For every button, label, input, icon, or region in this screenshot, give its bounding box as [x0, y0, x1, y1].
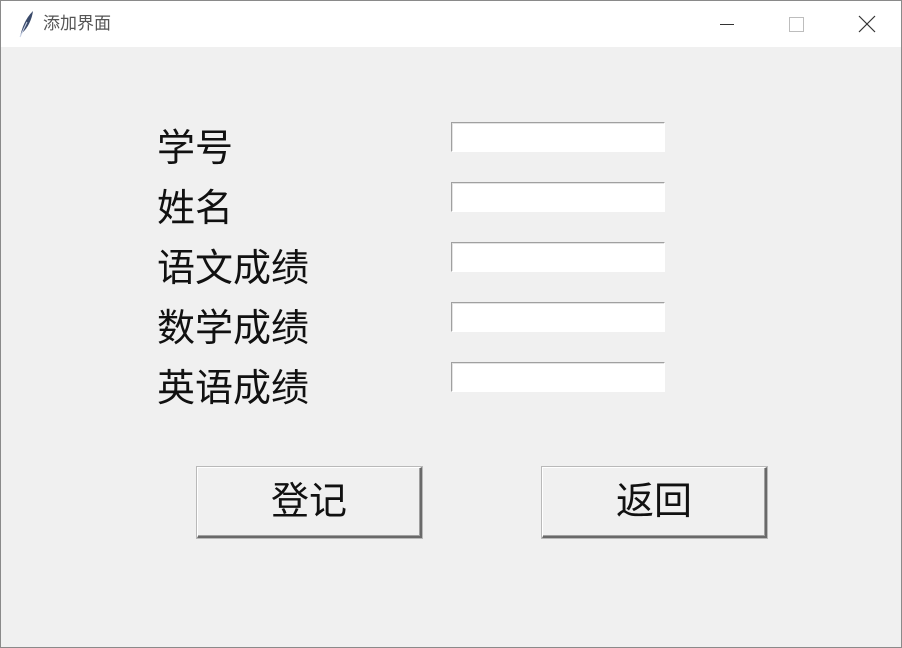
close-button[interactable] [833, 1, 901, 47]
app-window: 添加界面 学号 姓名 语文成绩 数学成绩 英语成绩 登记 返回 [0, 0, 902, 648]
maximize-button[interactable] [762, 1, 830, 47]
minimize-button[interactable] [693, 1, 761, 47]
english-score-label: 英语成绩 [157, 366, 310, 410]
minimize-icon [720, 24, 734, 25]
name-label: 姓名 [157, 186, 234, 230]
close-icon [858, 15, 876, 33]
feather-icon [17, 10, 35, 38]
chinese-score-label: 语文成绩 [157, 246, 310, 290]
form-area: 学号 姓名 语文成绩 数学成绩 英语成绩 登记 返回 [1, 47, 901, 647]
math-score-label: 数学成绩 [157, 306, 310, 350]
back-button[interactable]: 返回 [541, 466, 768, 539]
student-id-label: 学号 [157, 126, 234, 170]
title-bar[interactable]: 添加界面 [1, 1, 901, 47]
name-input[interactable] [451, 182, 665, 212]
window-title: 添加界面 [43, 14, 111, 34]
english-score-input[interactable] [451, 362, 665, 392]
chinese-score-input[interactable] [451, 242, 665, 272]
math-score-input[interactable] [451, 302, 665, 332]
maximize-icon [789, 17, 804, 32]
register-button[interactable]: 登记 [196, 466, 423, 539]
student-id-input[interactable] [451, 122, 665, 152]
